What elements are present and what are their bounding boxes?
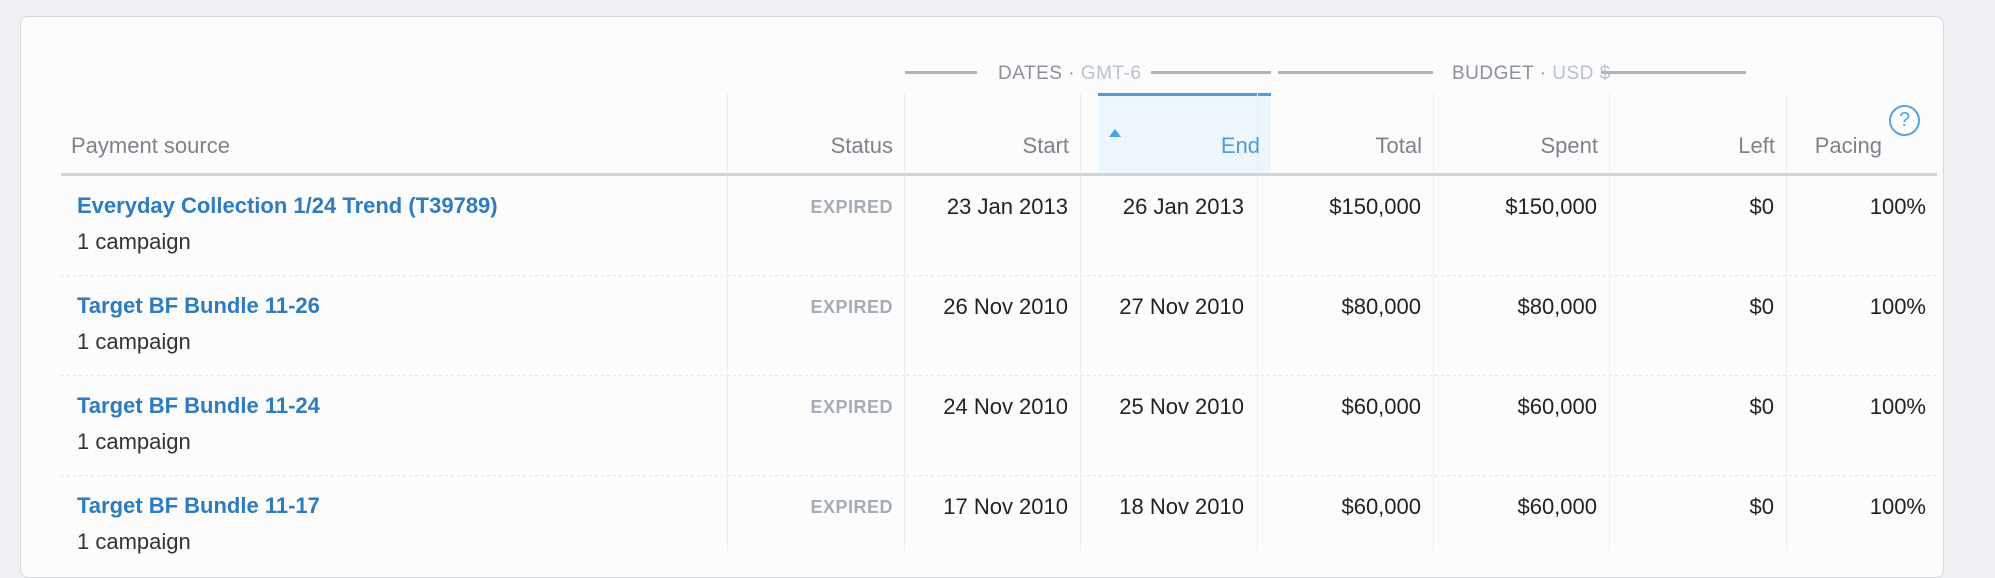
dates-group-title: DATES · — [998, 63, 1076, 84]
budget-total: $150,000 — [1329, 194, 1421, 219]
header-spent[interactable]: Spent — [1433, 93, 1609, 173]
header-left-label: Left — [1738, 133, 1775, 158]
status-badge: EXPIRED — [810, 397, 893, 417]
status-badge: EXPIRED — [810, 497, 893, 517]
header-pacing-label: Pacing — [1814, 133, 1882, 158]
budget-spent: $150,000 — [1505, 194, 1597, 219]
dates-group-label: DATES · GMT-6 — [998, 63, 1141, 85]
pacing-value: 100% — [1869, 494, 1926, 519]
payment-source-link[interactable]: Target BF Bundle 11-26 — [77, 293, 320, 319]
dates-group-line-right — [1151, 71, 1271, 74]
end-date: 27 Nov 2010 — [1119, 294, 1244, 319]
header-end[interactable]: End — [1098, 93, 1271, 173]
table-row: Target BF Bundle 11-17 1 campaign EXPIRE… — [61, 476, 1937, 576]
pacing-value: 100% — [1869, 294, 1926, 319]
end-date: 18 Nov 2010 — [1119, 494, 1244, 519]
campaign-count: 1 campaign — [77, 329, 191, 354]
header-spent-label: Spent — [1540, 133, 1599, 158]
budget-spent: $60,000 — [1517, 394, 1597, 419]
budget-left: $0 — [1749, 294, 1774, 319]
header-status-label: Status — [830, 133, 893, 158]
budget-total: $80,000 — [1341, 294, 1421, 319]
budget-spent: $80,000 — [1517, 294, 1597, 319]
budget-left: $0 — [1749, 394, 1774, 419]
end-date: 25 Nov 2010 — [1119, 394, 1244, 419]
payment-source-link[interactable]: Target BF Bundle 11-17 — [77, 493, 320, 519]
status-badge: EXPIRED — [810, 297, 893, 317]
header-left[interactable]: Left — [1609, 93, 1786, 173]
dates-group-timezone: GMT-6 — [1080, 63, 1142, 84]
budget-total: $60,000 — [1341, 494, 1421, 519]
table-row: Everyday Collection 1/24 Trend (T39789) … — [61, 176, 1937, 276]
pacing-value: 100% — [1869, 394, 1926, 419]
budget-left: $0 — [1749, 194, 1774, 219]
budget-group-label: BUDGET · USD $ — [1452, 63, 1611, 85]
header-payment-source-label: Payment source — [71, 133, 230, 158]
start-date: 23 Jan 2013 — [946, 194, 1068, 219]
budget-left: $0 — [1749, 494, 1774, 519]
payment-source-link[interactable]: Everyday Collection 1/24 Trend (T39789) — [77, 193, 498, 219]
header-end-label: End — [1220, 133, 1260, 158]
header-start-label: Start — [1022, 133, 1069, 158]
budget-group-line-left — [1278, 71, 1433, 74]
budget-group-title: BUDGET · — [1452, 63, 1547, 84]
budget-spent: $60,000 — [1517, 494, 1597, 519]
header-start[interactable]: Start — [904, 93, 1080, 173]
status-badge: EXPIRED — [810, 197, 893, 217]
table-row: Target BF Bundle 11-24 1 campaign EXPIRE… — [61, 376, 1937, 476]
budget-group-line-right — [1601, 71, 1746, 74]
end-date: 26 Jan 2013 — [1122, 194, 1244, 219]
header-total-label: Total — [1375, 133, 1422, 158]
start-date: 24 Nov 2010 — [943, 394, 1068, 419]
table-row: Target BF Bundle 11-26 1 campaign EXPIRE… — [61, 276, 1937, 376]
campaign-count: 1 campaign — [77, 229, 191, 254]
campaign-count: 1 campaign — [77, 429, 191, 454]
help-icon[interactable]: ? — [1889, 105, 1920, 136]
header-total[interactable]: Total — [1257, 93, 1433, 173]
dates-group-line-left — [905, 71, 977, 74]
budget-total: $60,000 — [1341, 394, 1421, 419]
pacing-value: 100% — [1869, 194, 1926, 219]
header-status[interactable]: Status — [727, 93, 904, 173]
payment-source-link[interactable]: Target BF Bundle 11-24 — [77, 393, 320, 419]
start-date: 26 Nov 2010 — [943, 294, 1068, 319]
payment-sources-panel: DATES · GMT-6 BUDGET · USD $ Payment sou… — [20, 16, 1944, 578]
header-payment-source[interactable]: Payment source — [71, 93, 471, 173]
start-date: 17 Nov 2010 — [943, 494, 1068, 519]
